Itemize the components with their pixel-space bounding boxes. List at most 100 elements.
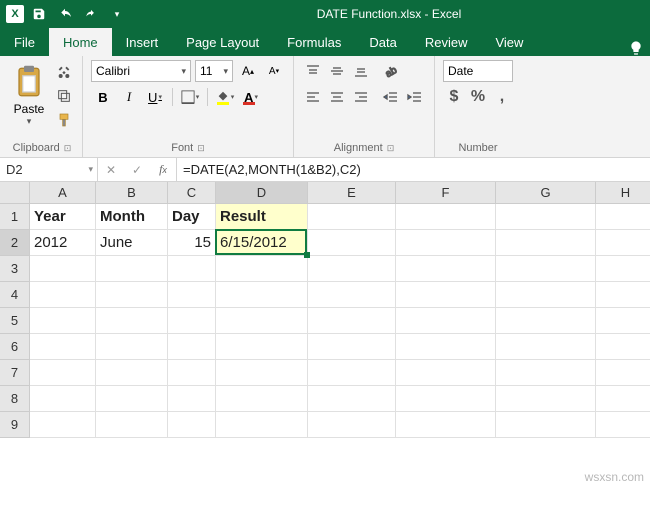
comma-button[interactable]: , xyxy=(491,86,513,108)
cell-E1[interactable] xyxy=(308,204,396,230)
cell-G6[interactable] xyxy=(496,334,596,360)
enter-icon[interactable]: ✓ xyxy=(124,163,150,177)
row-header-4[interactable]: 4 xyxy=(0,282,30,308)
font-name-dropdown[interactable]: Calibri xyxy=(91,60,191,82)
cell-F6[interactable] xyxy=(396,334,496,360)
save-icon[interactable] xyxy=(28,3,50,25)
cancel-icon[interactable]: ✕ xyxy=(98,163,124,177)
underline-button[interactable]: U xyxy=(143,86,167,108)
cell-D3[interactable] xyxy=(216,256,308,282)
col-header-B[interactable]: B xyxy=(96,182,168,204)
select-all-corner[interactable] xyxy=(0,182,30,204)
orientation-button[interactable]: ab xyxy=(380,60,402,82)
cell-G3[interactable] xyxy=(496,256,596,282)
tab-file[interactable]: File xyxy=(0,28,49,56)
cell-G7[interactable] xyxy=(496,360,596,386)
cell-F5[interactable] xyxy=(396,308,496,334)
col-header-D[interactable]: D xyxy=(216,182,308,204)
cell-H9[interactable] xyxy=(596,412,650,438)
cell-E2[interactable] xyxy=(308,230,396,256)
cell-C3[interactable] xyxy=(168,256,216,282)
cell-C1[interactable]: Day xyxy=(168,204,216,230)
cell-E5[interactable] xyxy=(308,308,396,334)
cell-F8[interactable] xyxy=(396,386,496,412)
cell-D7[interactable] xyxy=(216,360,308,386)
cell-E7[interactable] xyxy=(308,360,396,386)
fill-color-button[interactable] xyxy=(213,86,237,108)
cell-A8[interactable] xyxy=(30,386,96,412)
col-header-F[interactable]: F xyxy=(396,182,496,204)
cell-H2[interactable] xyxy=(596,230,650,256)
cell-H7[interactable] xyxy=(596,360,650,386)
cell-B8[interactable] xyxy=(96,386,168,412)
border-button[interactable] xyxy=(178,86,202,108)
cell-G9[interactable] xyxy=(496,412,596,438)
cell-B9[interactable] xyxy=(96,412,168,438)
cell-H6[interactable] xyxy=(596,334,650,360)
fx-icon[interactable]: fx xyxy=(150,162,176,177)
cell-A9[interactable] xyxy=(30,412,96,438)
cell-D4[interactable] xyxy=(216,282,308,308)
customize-qat-icon[interactable]: ▾ xyxy=(106,3,128,25)
cell-G4[interactable] xyxy=(496,282,596,308)
cell-C5[interactable] xyxy=(168,308,216,334)
cell-H3[interactable] xyxy=(596,256,650,282)
row-header-6[interactable]: 6 xyxy=(0,334,30,360)
col-header-G[interactable]: G xyxy=(496,182,596,204)
cell-A1[interactable]: Year xyxy=(30,204,96,230)
increase-font-button[interactable]: A▴ xyxy=(237,60,259,82)
cell-F7[interactable] xyxy=(396,360,496,386)
cell-E6[interactable] xyxy=(308,334,396,360)
cell-H8[interactable] xyxy=(596,386,650,412)
cell-F3[interactable] xyxy=(396,256,496,282)
cell-G8[interactable] xyxy=(496,386,596,412)
increase-indent-button[interactable] xyxy=(404,86,426,108)
tab-formulas[interactable]: Formulas xyxy=(273,28,355,56)
cell-F9[interactable] xyxy=(396,412,496,438)
cell-D6[interactable] xyxy=(216,334,308,360)
cell-B1[interactable]: Month xyxy=(96,204,168,230)
cell-F4[interactable] xyxy=(396,282,496,308)
cell-C4[interactable] xyxy=(168,282,216,308)
cell-B5[interactable] xyxy=(96,308,168,334)
cell-D1[interactable]: Result xyxy=(216,204,308,230)
format-painter-icon[interactable] xyxy=(54,110,74,130)
redo-icon[interactable] xyxy=(80,3,102,25)
font-launcher[interactable]: ⊡ xyxy=(197,143,205,154)
cell-B4[interactable] xyxy=(96,282,168,308)
align-top-button[interactable] xyxy=(302,60,324,82)
cell-E3[interactable] xyxy=(308,256,396,282)
col-header-E[interactable]: E xyxy=(308,182,396,204)
cell-G2[interactable] xyxy=(496,230,596,256)
align-right-button[interactable] xyxy=(350,86,372,108)
col-header-H[interactable]: H xyxy=(596,182,650,204)
copy-icon[interactable] xyxy=(54,86,74,106)
row-header-9[interactable]: 9 xyxy=(0,412,30,438)
cell-G1[interactable] xyxy=(496,204,596,230)
italic-button[interactable]: I xyxy=(117,86,141,108)
cell-E8[interactable] xyxy=(308,386,396,412)
cell-H4[interactable] xyxy=(596,282,650,308)
percent-button[interactable]: % xyxy=(467,86,489,108)
row-header-7[interactable]: 7 xyxy=(0,360,30,386)
align-left-button[interactable] xyxy=(302,86,324,108)
formula-input[interactable]: =DATE(A2,MONTH(1&B2),C2) xyxy=(177,158,650,181)
tell-me-icon[interactable] xyxy=(628,40,644,56)
cell-F2[interactable] xyxy=(396,230,496,256)
decrease-indent-button[interactable] xyxy=(380,86,402,108)
row-header-1[interactable]: 1 xyxy=(0,204,30,230)
align-middle-button[interactable] xyxy=(326,60,348,82)
cell-E9[interactable] xyxy=(308,412,396,438)
row-header-5[interactable]: 5 xyxy=(0,308,30,334)
tab-data[interactable]: Data xyxy=(355,28,410,56)
paste-button[interactable]: Paste ▾ xyxy=(10,60,48,129)
font-color-button[interactable]: A xyxy=(239,86,263,108)
row-header-8[interactable]: 8 xyxy=(0,386,30,412)
cell-B7[interactable] xyxy=(96,360,168,386)
tab-home[interactable]: Home xyxy=(49,28,112,56)
cell-B3[interactable] xyxy=(96,256,168,282)
cell-A5[interactable] xyxy=(30,308,96,334)
col-header-A[interactable]: A xyxy=(30,182,96,204)
cut-icon[interactable] xyxy=(54,62,74,82)
cell-D8[interactable] xyxy=(216,386,308,412)
